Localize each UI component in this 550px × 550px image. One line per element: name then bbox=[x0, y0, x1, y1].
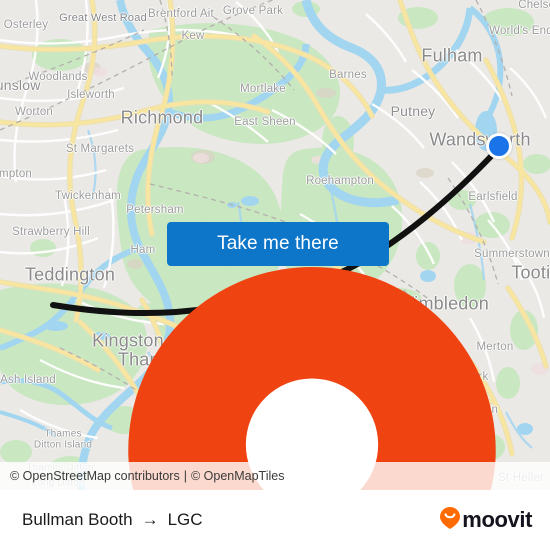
moovit-pin-icon bbox=[440, 506, 461, 534]
moovit-route-card: Osterley Great West Road Brentford Ait Grov… bbox=[0, 0, 550, 550]
footer-bar: Bullman Booth → LGC moovit bbox=[0, 490, 550, 550]
moovit-wordmark: moovit bbox=[462, 507, 532, 532]
map-pin-icon bbox=[128, 267, 496, 490]
moovit-logo[interactable]: moovit bbox=[440, 506, 532, 534]
map-canvas[interactable]: Osterley Great West Road Brentford Ait Grov… bbox=[0, 0, 550, 490]
attribution-osm[interactable]: © OpenStreetMap contributors bbox=[10, 469, 180, 483]
arrow-right-icon: → bbox=[141, 510, 159, 529]
route-origin-label: Bullman Booth bbox=[22, 510, 133, 529]
attribution-maptiles[interactable]: © OpenMapTiles bbox=[191, 469, 285, 483]
route-destination-label: LGC bbox=[167, 510, 203, 529]
take-me-there-button[interactable]: Take me there bbox=[167, 222, 389, 266]
route-summary: Bullman Booth → LGC bbox=[22, 510, 203, 530]
destination-dot[interactable] bbox=[486, 133, 512, 159]
map-attribution: © OpenStreetMap contributors | © OpenMap… bbox=[0, 462, 550, 490]
origin-pin[interactable] bbox=[37, 267, 496, 490]
attribution-separator: | bbox=[183, 469, 187, 483]
